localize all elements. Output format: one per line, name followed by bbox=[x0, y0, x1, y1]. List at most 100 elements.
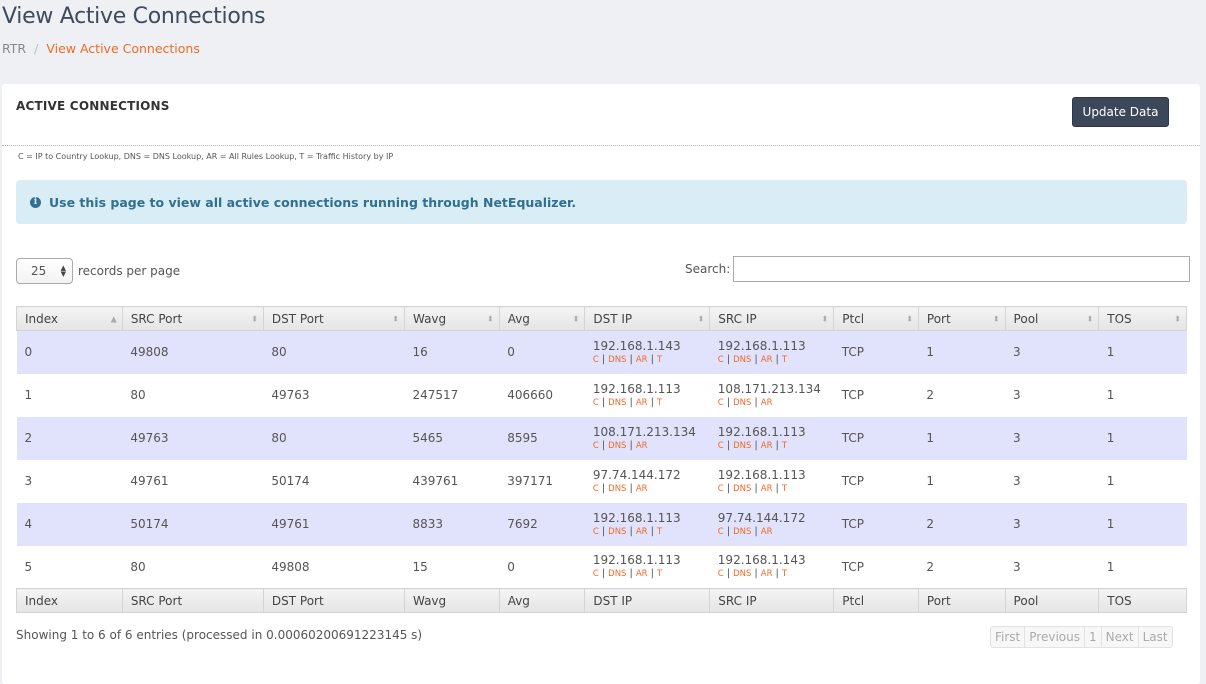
column-header-src-ip[interactable]: SRC IP ⬍ bbox=[709, 306, 835, 331]
lookup-link-ar[interactable]: AR bbox=[761, 355, 773, 365]
lookup-link-c[interactable]: C bbox=[593, 398, 599, 408]
cell-tos: 1 bbox=[1098, 416, 1187, 460]
lookup-link-c[interactable]: C bbox=[593, 441, 599, 451]
column-header-wavg[interactable]: Wavg ⬍ bbox=[403, 306, 500, 331]
cell-ptcl: TCP bbox=[833, 416, 919, 460]
lookup-link-dns[interactable]: DNS bbox=[733, 355, 751, 365]
column-header-port[interactable]: Port ⬍ bbox=[917, 306, 1006, 331]
lookup-link-dns[interactable]: DNS bbox=[608, 484, 626, 494]
pagination-first[interactable]: First bbox=[991, 627, 1026, 647]
cell-dst-ip: 192.168.1.113 C | DNS | AR | T bbox=[584, 502, 710, 546]
lookup-link-ar[interactable]: AR bbox=[636, 441, 648, 451]
column-label: Ptcl bbox=[842, 311, 865, 326]
lookup-link-ar[interactable]: AR bbox=[636, 398, 648, 408]
lookup-link-dns[interactable]: DNS bbox=[608, 441, 626, 451]
link-separator: | bbox=[754, 482, 758, 494]
lookup-link-ar[interactable]: AR bbox=[636, 484, 648, 494]
lookup-link-ar[interactable]: AR bbox=[636, 569, 648, 579]
lookup-link-dns[interactable]: DNS bbox=[608, 398, 626, 408]
cell-index: 5 bbox=[16, 545, 123, 589]
cell-index: 1 bbox=[16, 373, 123, 417]
lookup-link-t[interactable]: T bbox=[782, 441, 787, 451]
cell-ptcl: TCP bbox=[833, 373, 919, 417]
page-length-control: 25 ▲ ▼ records per page bbox=[16, 258, 180, 284]
pagination-1[interactable]: 1 bbox=[1085, 627, 1102, 647]
column-header-index[interactable]: Index ▲ bbox=[16, 306, 123, 331]
breadcrumb-item-rtr[interactable]: RTR bbox=[2, 41, 26, 56]
ip-address: 192.168.1.113 bbox=[717, 467, 806, 482]
lookup-link-c[interactable]: C bbox=[718, 527, 724, 537]
lookup-link-ar[interactable]: AR bbox=[636, 355, 648, 365]
column-header-dst-ip[interactable]: DST IP ⬍ bbox=[584, 306, 711, 331]
lookup-link-t[interactable]: T bbox=[782, 484, 787, 494]
lookup-link-t[interactable]: T bbox=[782, 355, 787, 365]
lookup-link-dns[interactable]: DNS bbox=[608, 527, 626, 537]
search-label: Search: bbox=[685, 262, 731, 276]
column-header-src-port[interactable]: SRC Port ⬍ bbox=[121, 306, 264, 331]
page-length-select[interactable]: 25 ▲ ▼ bbox=[16, 258, 73, 284]
cell-index: 4 bbox=[16, 502, 123, 546]
pagination-last[interactable]: Last bbox=[1139, 627, 1172, 647]
ip-address: 192.168.1.113 bbox=[717, 424, 806, 439]
lookup-link-c[interactable]: C bbox=[593, 484, 599, 494]
lookup-link-ar[interactable]: AR bbox=[761, 441, 773, 451]
cell-dst-port: 50174 bbox=[263, 459, 405, 503]
pagination-next[interactable]: Next bbox=[1102, 627, 1139, 647]
cell-avg: 0 bbox=[499, 330, 585, 374]
lookup-link-dns[interactable]: DNS bbox=[733, 527, 751, 537]
lookup-link-dns[interactable]: DNS bbox=[733, 569, 751, 579]
lookup-links: C | DNS | AR bbox=[593, 440, 702, 452]
lookup-link-ar[interactable]: AR bbox=[761, 569, 773, 579]
lookup-link-c[interactable]: C bbox=[718, 569, 724, 579]
column-header-avg[interactable]: Avg ⬍ bbox=[498, 306, 586, 331]
lookup-link-dns[interactable]: DNS bbox=[733, 441, 751, 451]
link-separator: | bbox=[775, 482, 779, 494]
lookup-link-dns[interactable]: DNS bbox=[733, 398, 751, 408]
ip-address: 192.168.1.113 bbox=[717, 338, 806, 353]
lookup-link-c[interactable]: C bbox=[718, 484, 724, 494]
cell-dst-ip: 97.74.144.172 C | DNS | AR bbox=[584, 459, 710, 503]
cell-avg: 397171 bbox=[499, 459, 585, 503]
lookup-link-c[interactable]: C bbox=[718, 398, 724, 408]
lookup-link-t[interactable]: T bbox=[782, 569, 787, 579]
column-header-tos[interactable]: TOS ⬍ bbox=[1098, 306, 1187, 331]
cell-avg: 406660 bbox=[499, 373, 585, 417]
search-input[interactable] bbox=[733, 256, 1191, 282]
lookup-link-t[interactable]: T bbox=[657, 569, 662, 579]
cell-dst-ip: 192.168.1.113 C | DNS | AR | T bbox=[584, 373, 710, 417]
column-header-ptcl[interactable]: Ptcl ⬍ bbox=[833, 306, 919, 331]
cell-pool: 3 bbox=[1005, 459, 1099, 503]
lookup-link-ar[interactable]: AR bbox=[761, 527, 773, 537]
lookup-links: C | DNS | AR | T bbox=[593, 568, 702, 580]
link-separator: | bbox=[629, 396, 633, 408]
lookup-link-ar[interactable]: AR bbox=[761, 398, 773, 408]
column-header-dst-port[interactable]: DST Port ⬍ bbox=[262, 306, 405, 331]
lookup-link-t[interactable]: T bbox=[657, 527, 662, 537]
lookup-link-c[interactable]: C bbox=[718, 355, 724, 365]
lookup-link-c[interactable]: C bbox=[593, 569, 599, 579]
column-header-pool[interactable]: Pool ⬍ bbox=[1004, 306, 1100, 331]
link-separator: | bbox=[629, 353, 633, 365]
lookup-link-t[interactable]: T bbox=[657, 355, 662, 365]
lookup-link-dns[interactable]: DNS bbox=[608, 569, 626, 579]
lookup-link-dns[interactable]: DNS bbox=[733, 484, 751, 494]
lookup-link-ar[interactable]: AR bbox=[761, 484, 773, 494]
sort-both-icon: ⬍ bbox=[1174, 314, 1181, 323]
update-data-button[interactable]: Update Data bbox=[1072, 97, 1169, 127]
lookup-legend: C = IP to Country Lookup, DNS = DNS Look… bbox=[18, 152, 394, 161]
cell-wavg: 8833 bbox=[404, 502, 500, 546]
lookup-link-ar[interactable]: AR bbox=[636, 527, 648, 537]
cell-src-ip: 192.168.1.143 C | DNS | AR | T bbox=[709, 545, 834, 589]
cell-index: 0 bbox=[16, 330, 123, 374]
column-footer-tos: TOS bbox=[1098, 588, 1187, 613]
lookup-link-c[interactable]: C bbox=[593, 527, 599, 537]
lookup-link-c[interactable]: C bbox=[593, 355, 599, 365]
lookup-link-c[interactable]: C bbox=[718, 441, 724, 451]
pagination-previous[interactable]: Previous bbox=[1025, 627, 1085, 647]
page-title: View Active Connections bbox=[2, 4, 266, 29]
cell-src-port: 80 bbox=[122, 545, 264, 589]
lookup-link-dns[interactable]: DNS bbox=[608, 355, 626, 365]
cell-dst-port: 80 bbox=[263, 330, 405, 374]
cell-ptcl: TCP bbox=[833, 330, 919, 374]
lookup-link-t[interactable]: T bbox=[657, 398, 662, 408]
